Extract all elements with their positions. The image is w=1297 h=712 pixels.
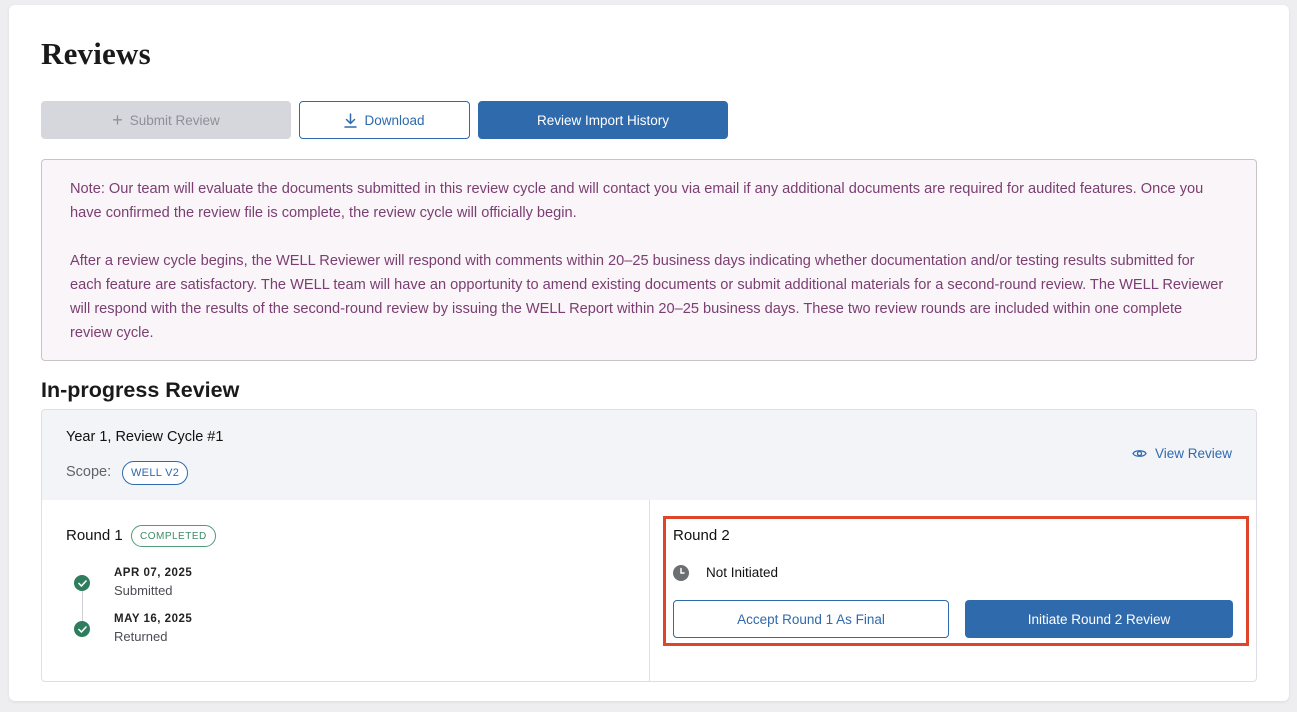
round-1-status-badge: COMPLETED bbox=[131, 525, 216, 547]
view-review-label: View Review bbox=[1154, 446, 1232, 461]
initiate-round-2-review-label: Initiate Round 2 Review bbox=[1027, 611, 1171, 627]
submit-review-button[interactable]: + Submit Review bbox=[41, 101, 291, 139]
timeline-date-returned: MAY 16, 2025 bbox=[114, 613, 193, 625]
accept-round-1-final-label: Accept Round 1 As Final bbox=[737, 611, 885, 627]
note-paragraph-1: Note: Our team will evaluate the documen… bbox=[70, 181, 1204, 221]
timeline-date-submitted: APR 07, 2025 bbox=[114, 567, 193, 579]
timeline-label-returned: Returned bbox=[114, 629, 168, 644]
review-cycle-title: Year 1, Review Cycle #1 bbox=[66, 429, 224, 445]
round-2-title: Round 2 bbox=[673, 527, 730, 544]
in-progress-section-title: In-progress Review bbox=[41, 378, 240, 402]
review-import-history-label: Review Import History bbox=[536, 112, 670, 128]
plus-icon: + bbox=[112, 110, 123, 130]
scope-label: Scope: bbox=[66, 464, 112, 480]
round-2-status: Not Initiated bbox=[706, 565, 779, 580]
initiate-round-2-review-button[interactable]: Initiate Round 2 Review bbox=[965, 600, 1233, 638]
check-circle-icon bbox=[74, 575, 90, 591]
review-cycle-note: Note: Our team will evaluate the documen… bbox=[41, 159, 1257, 361]
column-divider bbox=[649, 500, 650, 681]
eye-icon bbox=[1132, 450, 1147, 457]
page-title: Reviews bbox=[41, 36, 151, 71]
in-progress-review-panel: Year 1, Review Cycle #1 Scope: WELL V2 V… bbox=[41, 409, 1257, 682]
clock-icon bbox=[673, 565, 689, 581]
download-label: Download bbox=[364, 112, 425, 128]
review-import-history-button[interactable]: Review Import History bbox=[478, 101, 728, 139]
view-review-link[interactable]: View Review bbox=[1132, 446, 1232, 461]
note-paragraph-2: After a review cycle begins, the WELL Re… bbox=[70, 253, 1224, 341]
round-1-title: Round 1 bbox=[66, 527, 123, 544]
check-circle-icon bbox=[74, 621, 90, 637]
timeline-label-submitted: Submitted bbox=[114, 583, 173, 598]
review-cycle-header: Year 1, Review Cycle #1 Scope: WELL V2 V… bbox=[42, 410, 1256, 500]
scope-badge: WELL V2 bbox=[122, 461, 189, 485]
download-icon bbox=[344, 112, 358, 128]
submit-review-label: Submit Review bbox=[129, 112, 220, 128]
accept-round-1-final-button[interactable]: Accept Round 1 As Final bbox=[673, 600, 949, 638]
download-button[interactable]: Download bbox=[299, 101, 470, 139]
